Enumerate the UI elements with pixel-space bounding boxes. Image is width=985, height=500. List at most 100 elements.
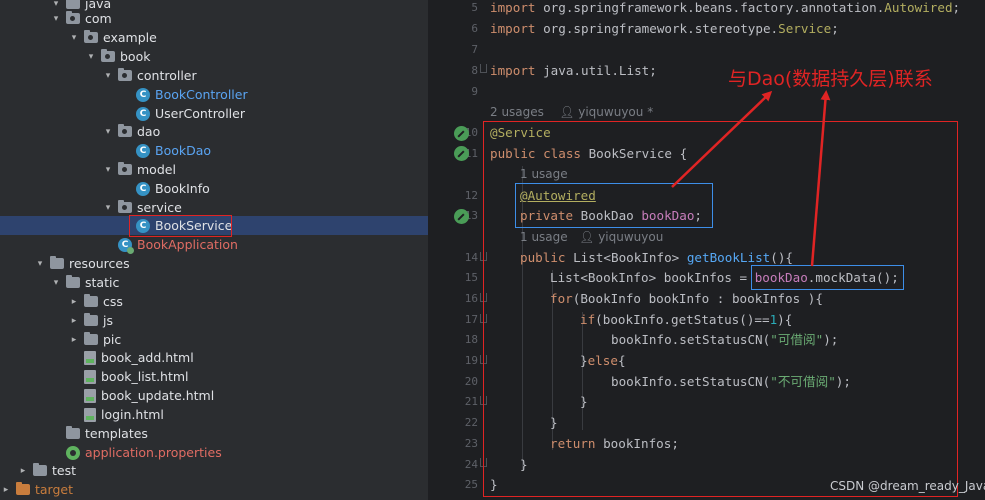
chevron-down-icon[interactable]: ▾ (102, 70, 114, 82)
spring-boot-app-icon: C (118, 237, 134, 254)
tree-item-label: login.html (101, 407, 164, 422)
line-number: 25 (464, 478, 478, 491)
usage-hint[interactable]: 1 usage (520, 164, 568, 184)
tree-item-model[interactable]: ▾ model (0, 160, 428, 179)
tree-item-static[interactable]: ▾ static (0, 273, 428, 292)
fold-marker[interactable] (480, 293, 487, 302)
line-number: 8 (471, 64, 478, 77)
tree-item-target[interactable]: ▸ target (0, 480, 428, 499)
fold-marker[interactable] (480, 396, 487, 405)
tree-item-label: BookDao (155, 143, 212, 158)
chevron-right-icon[interactable]: ▸ (0, 484, 12, 496)
chevron-right-icon[interactable]: ▸ (17, 465, 29, 477)
chevron-down-icon[interactable]: ▾ (85, 51, 97, 63)
tree-item-example[interactable]: ▾ example (0, 28, 428, 47)
line-number: 14 (464, 251, 478, 264)
code-line-16: for(BookInfo bookInfo : bookInfos ){ (550, 291, 823, 306)
chevron-down-icon[interactable]: ▾ (102, 126, 114, 138)
tree-item-dao[interactable]: ▾ dao (0, 122, 428, 141)
tree-item-label: BookInfo (155, 181, 210, 196)
code-line-8: import java.util.List; (490, 63, 657, 78)
html-file-icon (84, 350, 96, 365)
usages-hint[interactable]: 2 usages 👤︎ yiquwuyou * (490, 102, 653, 122)
tree-item-login-html[interactable]: login.html (0, 405, 428, 424)
chevron-right-icon[interactable]: ▸ (68, 315, 80, 327)
excluded-folder-icon (16, 482, 30, 495)
tree-item-book-add-html[interactable]: book_add.html (0, 348, 428, 367)
spring-bean-icon[interactable] (454, 146, 469, 161)
autowired-bean-icon[interactable] (454, 209, 469, 224)
tree-item-templates[interactable]: templates (0, 424, 428, 443)
tree-item-css[interactable]: ▸ css (0, 292, 428, 311)
line-number: 12 (464, 189, 478, 202)
line-number: 6 (471, 22, 478, 35)
fold-marker[interactable] (480, 252, 487, 261)
tree-item-bookcontroller[interactable]: C BookController (0, 85, 428, 104)
tree-item-label: static (85, 275, 120, 290)
tree-item-js[interactable]: ▸ js (0, 311, 428, 330)
code-line-19: }else{ (580, 353, 626, 368)
tree-item-label: BookController (155, 87, 248, 102)
code-line-24: } (520, 457, 528, 472)
code-line-12: @Autowired (520, 188, 596, 203)
tree-item-bookdao[interactable]: C BookDao (0, 141, 428, 160)
tree-item-label: UserController (155, 106, 245, 121)
html-file-icon (84, 388, 96, 403)
code-line-14: public List<BookInfo> getBookList(){ (520, 250, 793, 265)
tree-item-bookapplication[interactable]: C BookApplication (0, 235, 428, 254)
chevron-down-icon[interactable]: ▾ (102, 164, 114, 176)
tree-item-resources[interactable]: ▾ resources (0, 254, 428, 273)
tree-item-bookinfo[interactable]: C BookInfo (0, 179, 428, 198)
chevron-down-icon[interactable]: ▾ (102, 202, 114, 214)
package-icon (118, 162, 132, 175)
fold-marker[interactable] (480, 355, 487, 364)
chevron-down-icon[interactable]: ▾ (50, 13, 62, 25)
package-icon (118, 200, 132, 213)
chevron-down-icon[interactable]: ▾ (68, 32, 80, 44)
tree-item-label: com (85, 11, 112, 26)
folder-icon (33, 463, 47, 476)
tree-item-com[interactable]: ▾ com (0, 9, 428, 28)
chevron-down-icon[interactable]: ▾ (34, 258, 46, 270)
code-line-10: @Service (490, 125, 551, 140)
tree-item-label: book_list.html (101, 369, 189, 384)
tree-item-controller[interactable]: ▾ controller (0, 66, 428, 85)
tree-item-label: book (120, 49, 151, 64)
tree-item-book[interactable]: ▾ book (0, 47, 428, 66)
tree-item-service[interactable]: ▾ service (0, 198, 428, 217)
line-number: 23 (464, 437, 478, 450)
chevron-right-icon[interactable]: ▸ (68, 296, 80, 308)
code-line-11: public class BookService { (490, 146, 688, 161)
tree-item-label: dao (137, 124, 161, 139)
usage-hint[interactable]: 1 usage 👤︎ yiquwuyou (520, 227, 663, 247)
tree-item-usercontroller[interactable]: C UserController (0, 104, 428, 123)
spring-bean-icon[interactable] (454, 126, 469, 141)
tree-item-label: pic (103, 332, 122, 347)
line-number: 20 (464, 375, 478, 388)
line-number: 18 (464, 333, 478, 346)
fold-marker[interactable] (480, 314, 487, 323)
fold-marker[interactable] (480, 64, 487, 73)
java-class-icon: C (136, 143, 150, 158)
code-line-13: private BookDao bookDao; (520, 208, 702, 223)
line-number: 5 (471, 1, 478, 14)
chevron-down-icon[interactable]: ▾ (50, 277, 62, 289)
fold-marker[interactable] (480, 458, 487, 467)
tree-item-label: application.properties (85, 445, 222, 460)
tree-item-book-update-html[interactable]: book_update.html (0, 386, 428, 405)
tree-item-pic[interactable]: ▸ pic (0, 330, 428, 349)
tree-item-application-properties[interactable]: application.properties (0, 443, 428, 462)
line-number: 19 (464, 354, 478, 367)
tree-item-book-list-html[interactable]: book_list.html (0, 367, 428, 386)
chevron-right-icon[interactable]: ▸ (68, 334, 80, 346)
tree-item-label: css (103, 294, 123, 309)
tree-item-test[interactable]: ▸ test (0, 461, 428, 480)
package-icon (66, 11, 80, 24)
line-number: 24 (464, 458, 478, 471)
tree-item-bookservice[interactable]: C BookService (0, 216, 428, 235)
java-class-icon: C (136, 106, 150, 121)
